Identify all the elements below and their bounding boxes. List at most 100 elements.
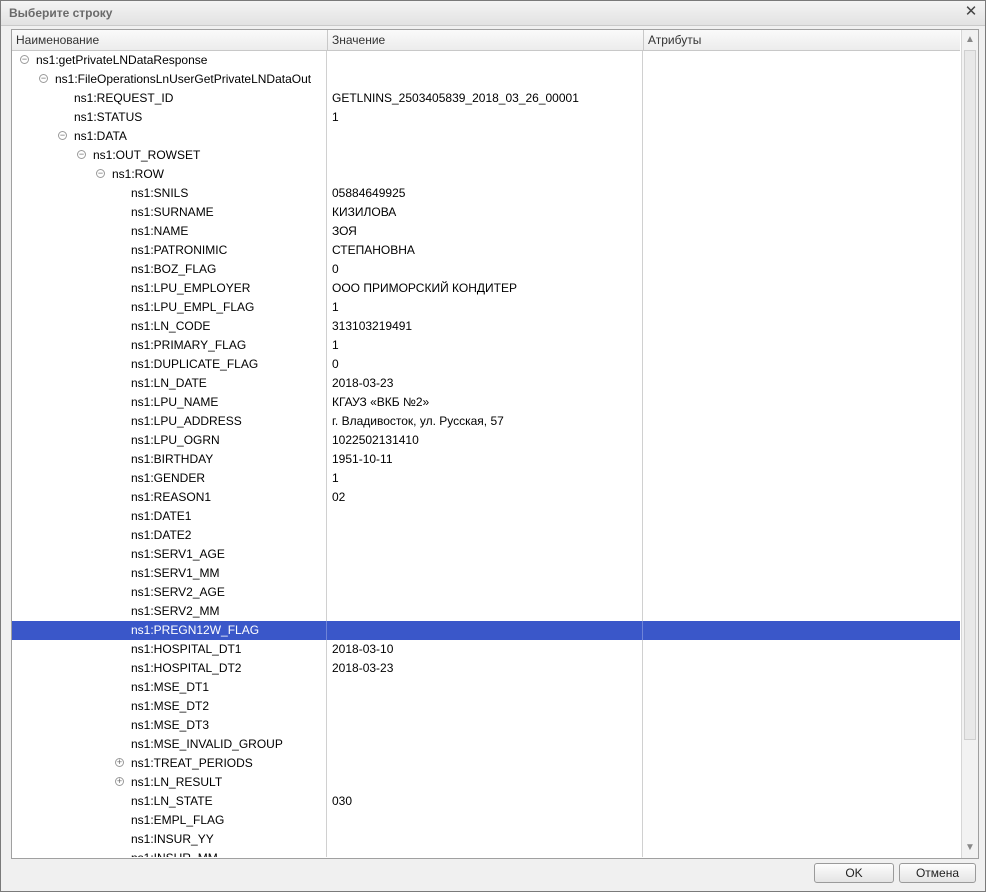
expand-icon[interactable]: + — [115, 777, 124, 786]
node-name: ns1:LN_DATE — [131, 376, 207, 390]
attributes-cell — [643, 298, 960, 317]
collapse-icon[interactable]: − — [20, 55, 29, 64]
table-row[interactable]: ns1:SNILS 05884649925 — [12, 184, 960, 203]
table-row[interactable]: ns1:SERV2_AGE — [12, 583, 960, 602]
collapse-icon[interactable]: − — [77, 150, 86, 159]
table-row[interactable]: ns1:REQUEST_ID GETLNINS_2503405839_2018_0… — [12, 89, 960, 108]
table-row[interactable]: ns1:SERV2_MM — [12, 602, 960, 621]
node-name: ns1:LN_STATE — [131, 794, 213, 808]
scroll-thumb[interactable] — [964, 50, 976, 740]
table-row[interactable]: ns1:PATRONIMIC СТЕПАНОВНА — [12, 241, 960, 260]
table-row[interactable]: ns1:LN_DATE 2018-03-23 — [12, 374, 960, 393]
column-header-value[interactable]: Значение — [328, 30, 644, 50]
table-row[interactable]: ns1:MSE_DT2 — [12, 697, 960, 716]
attributes-cell — [643, 355, 960, 374]
value-cell — [327, 830, 643, 849]
table-row[interactable]: ns1:PRIMARY_FLAG 1 — [12, 336, 960, 355]
table-row[interactable]: ns1:LN_STATE 030 — [12, 792, 960, 811]
column-header-attributes[interactable]: Атрибуты — [644, 30, 960, 50]
value-cell: 1 — [327, 298, 643, 317]
cancel-button[interactable]: Отмена — [899, 863, 976, 883]
node-name: ns1:SERV2_MM — [131, 604, 220, 618]
attributes-cell — [643, 431, 960, 450]
table-row[interactable]: ns1:LPU_EMPL_FLAG 1 — [12, 298, 960, 317]
table-row[interactable]: ns1:HOSPITAL_DT2 2018-03-23 — [12, 659, 960, 678]
value-cell — [327, 526, 643, 545]
name-cell: ns1:SERV1_MM — [12, 564, 327, 583]
name-cell: ns1:STATUS — [12, 108, 327, 127]
node-name: ns1:TREAT_PERIODS — [131, 756, 253, 770]
table-row[interactable]: ns1:NAME ЗОЯ — [12, 222, 960, 241]
value-cell: 2018-03-23 — [327, 374, 643, 393]
value-cell — [327, 754, 643, 773]
attributes-cell — [643, 51, 960, 70]
table-row[interactable]: ns1:DATE2 — [12, 526, 960, 545]
table-row[interactable]: + ns1:TREAT_PERIODS — [12, 754, 960, 773]
node-name: ns1:DATA — [74, 129, 127, 143]
table-row[interactable]: ns1:SERV1_MM — [12, 564, 960, 583]
table-row[interactable]: ns1:LPU_OGRN 1022502131410 — [12, 431, 960, 450]
table-row[interactable]: − ns1:OUT_ROWSET — [12, 146, 960, 165]
attributes-cell — [643, 773, 960, 792]
table-row[interactable]: ns1:MSE_DT3 — [12, 716, 960, 735]
attributes-cell — [643, 450, 960, 469]
value-cell — [327, 773, 643, 792]
vertical-scrollbar[interactable]: ▲ ▼ — [961, 30, 978, 858]
attributes-cell — [643, 659, 960, 678]
table-row[interactable]: ns1:SERV1_AGE — [12, 545, 960, 564]
table-row[interactable]: ns1:BOZ_FLAG 0 — [12, 260, 960, 279]
table-row[interactable]: ns1:LPU_EMPLOYER ООО ПРИМОРСКИЙ КОНДИТЕР — [12, 279, 960, 298]
name-cell: ns1:NAME — [12, 222, 327, 241]
table-row[interactable]: − ns1:ROW — [12, 165, 960, 184]
attributes-cell — [643, 830, 960, 849]
table-row[interactable]: ns1:GENDER 1 — [12, 469, 960, 488]
close-icon[interactable]: ✕ — [963, 4, 979, 20]
name-cell: ns1:EMPL_FLAG — [12, 811, 327, 830]
column-header-name[interactable]: Наименование — [12, 30, 328, 50]
table-row[interactable]: ns1:LPU_NAME КГАУЗ «ВКБ №2» — [12, 393, 960, 412]
table-row[interactable]: ns1:SURNAME КИЗИЛОВА — [12, 203, 960, 222]
table-row[interactable]: ns1:INSUR_MM — [12, 849, 960, 857]
attributes-cell — [643, 260, 960, 279]
table-row[interactable]: ns1:BIRTHDAY 1951-10-11 — [12, 450, 960, 469]
table-row[interactable]: ns1:MSE_INVALID_GROUP — [12, 735, 960, 754]
attributes-cell — [643, 640, 960, 659]
scroll-up-icon[interactable]: ▲ — [962, 32, 978, 48]
table-row[interactable]: ns1:STATUS 1 — [12, 108, 960, 127]
table-row[interactable]: + ns1:LN_RESULT — [12, 773, 960, 792]
name-cell: ns1:SNILS — [12, 184, 327, 203]
table-row[interactable]: − ns1:DATA — [12, 127, 960, 146]
table-row[interactable]: ns1:PREGN12W_FLAG — [12, 621, 960, 640]
collapse-icon[interactable]: − — [58, 131, 67, 140]
table-row[interactable]: ns1:LN_CODE 313103219491 — [12, 317, 960, 336]
value-cell: GETLNINS_2503405839_2018_03_26_00001 — [327, 89, 643, 108]
value-cell — [327, 127, 643, 146]
name-cell: ns1:REASON1 — [12, 488, 327, 507]
table-row[interactable]: ns1:LPU_ADDRESS г. Владивосток, ул. Русск… — [12, 412, 960, 431]
value-cell — [327, 678, 643, 697]
table-row[interactable]: ns1:DUPLICATE_FLAG 0 — [12, 355, 960, 374]
collapse-icon[interactable]: − — [96, 169, 105, 178]
expand-icon[interactable]: + — [115, 758, 124, 767]
attributes-cell — [643, 374, 960, 393]
attributes-cell — [643, 279, 960, 298]
name-cell: ns1:LPU_EMPLOYER — [12, 279, 327, 298]
table-row[interactable]: ns1:DATE1 — [12, 507, 960, 526]
collapse-icon[interactable]: − — [39, 74, 48, 83]
table-row[interactable]: ns1:INSUR_YY — [12, 830, 960, 849]
table-row[interactable]: ns1:HOSPITAL_DT1 2018-03-10 — [12, 640, 960, 659]
node-name: ns1:LPU_EMPL_FLAG — [131, 300, 255, 314]
attributes-cell — [643, 754, 960, 773]
table-row[interactable]: ns1:EMPL_FLAG — [12, 811, 960, 830]
table-row[interactable]: ns1:REASON1 02 — [12, 488, 960, 507]
table-row[interactable]: − ns1:getPrivateLNDataResponse — [12, 51, 960, 70]
table-row[interactable]: − ns1:FileOperationsLnUserGetPrivateLNDat… — [12, 70, 960, 89]
scroll-down-icon[interactable]: ▼ — [962, 840, 978, 856]
title-bar: Выберите строку ✕ — [1, 1, 985, 26]
node-name: ns1:getPrivateLNDataResponse — [36, 53, 208, 67]
table-row[interactable]: ns1:MSE_DT1 — [12, 678, 960, 697]
value-cell — [327, 165, 643, 184]
ok-button[interactable]: OK — [814, 863, 894, 883]
attributes-cell — [643, 146, 960, 165]
node-name: ns1:NAME — [131, 224, 189, 238]
